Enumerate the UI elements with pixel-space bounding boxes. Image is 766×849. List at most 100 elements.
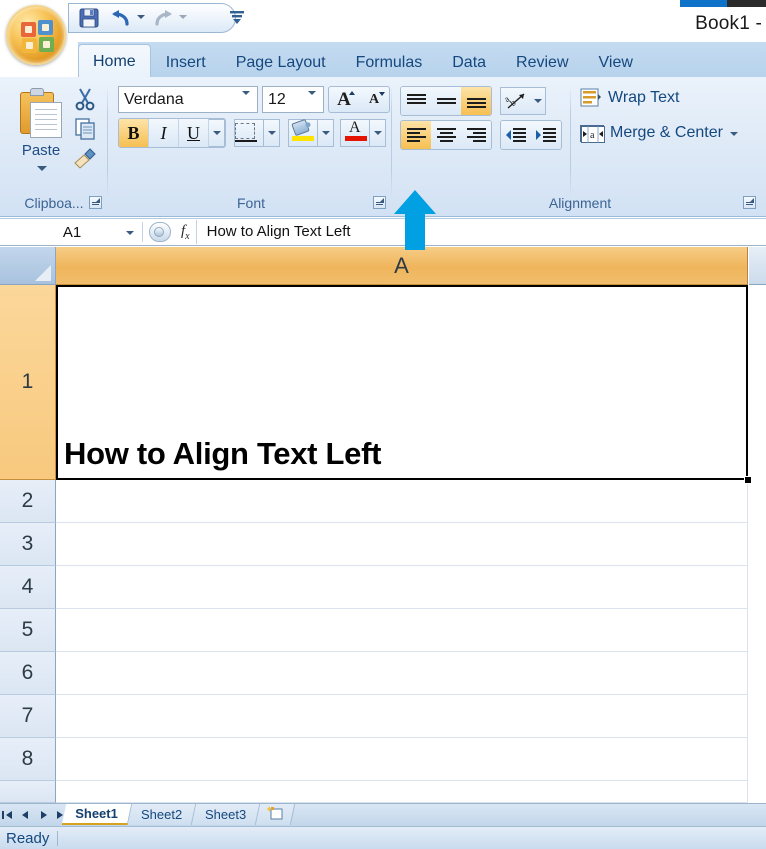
name-box-value: A1 xyxy=(62,223,82,241)
borders-button[interactable] xyxy=(234,119,264,147)
grow-font-button[interactable]: A xyxy=(329,87,359,112)
office-button[interactable] xyxy=(6,5,66,65)
borders-dropdown-icon[interactable] xyxy=(264,119,280,147)
tab-formulas[interactable]: Formulas xyxy=(341,48,438,78)
row-header-1[interactable]: 1 xyxy=(0,285,56,480)
paste-button[interactable]: Paste xyxy=(8,84,74,188)
underline-dropdown-icon[interactable] xyxy=(209,119,225,147)
alignment-group-label: Alignment xyxy=(548,195,612,211)
decrease-indent-icon xyxy=(506,127,526,143)
row-header-6[interactable]: 6 xyxy=(0,652,56,695)
sheet-nav-buttons xyxy=(2,808,67,820)
cell-a8[interactable] xyxy=(56,738,748,781)
tab-view[interactable]: View xyxy=(584,48,648,78)
orientation-dropdown-icon[interactable] xyxy=(530,87,546,115)
wrap-text-label: Wrap Text xyxy=(608,89,680,106)
status-mode: Ready xyxy=(6,829,50,847)
cell-a1[interactable]: How to Align Text Left xyxy=(56,285,748,480)
font-size-dropdown-icon[interactable] xyxy=(308,91,316,95)
name-box-dropdown-icon[interactable] xyxy=(126,231,134,235)
bottom-align-button[interactable] xyxy=(461,87,491,115)
undo-icon[interactable] xyxy=(109,7,133,30)
top-align-button[interactable] xyxy=(401,87,431,115)
sheet-tab-bar: Sheet1 Sheet2 Sheet3 xyxy=(0,803,766,826)
align-center-icon xyxy=(436,127,456,143)
align-right-button[interactable] xyxy=(461,121,491,149)
tab-home[interactable]: Home xyxy=(78,44,151,78)
font-color-dropdown-icon[interactable] xyxy=(370,119,386,147)
first-sheet-icon[interactable] xyxy=(2,808,13,820)
underline-button[interactable]: U xyxy=(179,119,209,147)
sheet-tabs: Sheet1 Sheet2 Sheet3 xyxy=(61,804,296,825)
row-header-8[interactable]: 8 xyxy=(0,738,56,781)
cell-a7[interactable] xyxy=(56,695,748,738)
merge-center-button[interactable]: a Merge & Center xyxy=(580,124,738,143)
insert-function-icon[interactable]: fx xyxy=(181,223,190,242)
borders-control xyxy=(234,119,280,147)
italic-button[interactable]: I xyxy=(149,119,179,147)
insert-worksheet-icon[interactable] xyxy=(255,804,296,825)
increase-indent-button[interactable] xyxy=(531,121,561,149)
select-all-button[interactable] xyxy=(0,247,56,285)
formula-input[interactable]: How to Align Text Left xyxy=(195,220,766,244)
row-header-2[interactable]: 2 xyxy=(0,480,56,523)
align-left-button[interactable] xyxy=(401,121,431,149)
tab-insert[interactable]: Insert xyxy=(151,48,221,78)
row-header-4[interactable]: 4 xyxy=(0,566,56,609)
column-header-a[interactable]: A xyxy=(56,247,748,285)
font-dialog-launcher[interactable] xyxy=(373,196,386,209)
next-sheet-icon[interactable] xyxy=(38,808,49,820)
quick-access-toolbar xyxy=(68,3,236,33)
increase-indent-icon xyxy=(536,127,556,143)
alignment-inner-separator xyxy=(570,86,571,198)
wrap-text-icon xyxy=(580,88,602,108)
decrease-indent-button[interactable] xyxy=(501,121,531,149)
copy-icon[interactable] xyxy=(72,116,98,142)
middle-align-button[interactable] xyxy=(431,87,461,115)
merge-center-dropdown-icon[interactable] xyxy=(729,132,738,136)
wrap-text-button[interactable]: Wrap Text xyxy=(580,88,679,108)
shrink-font-button[interactable]: A xyxy=(359,87,389,112)
font-color-button[interactable]: A xyxy=(340,119,370,147)
clipboard-dialog-launcher[interactable] xyxy=(89,196,102,209)
alignment-dialog-launcher[interactable] xyxy=(743,196,756,209)
font-name-input[interactable]: Verdana xyxy=(118,86,258,113)
paste-dropdown-icon[interactable] xyxy=(37,166,47,171)
undo-dropdown-icon[interactable] xyxy=(137,15,145,23)
redo-dropdown-icon[interactable] xyxy=(179,15,187,23)
align-center-button[interactable] xyxy=(431,121,461,149)
orientation-button[interactable]: a b xyxy=(500,87,530,115)
fill-color-button[interactable] xyxy=(288,118,318,147)
save-icon[interactable] xyxy=(77,7,101,30)
sheet-tab-sheet2[interactable]: Sheet2 xyxy=(127,804,197,825)
fill-handle[interactable] xyxy=(744,476,752,484)
cell-a6[interactable] xyxy=(56,652,748,695)
group-font: Verdana 12 A A B I U A Font xyxy=(110,80,392,214)
cell-a4[interactable] xyxy=(56,566,748,609)
orientation-control: a b xyxy=(500,87,546,115)
tab-review[interactable]: Review xyxy=(501,48,583,78)
bold-italic-underline-group: B I U xyxy=(118,118,226,148)
format-painter-icon[interactable] xyxy=(72,146,98,172)
row-header-3[interactable]: 3 xyxy=(0,523,56,566)
row-header-5[interactable]: 5 xyxy=(0,609,56,652)
tab-page-layout[interactable]: Page Layout xyxy=(221,48,341,78)
cell-a2[interactable] xyxy=(56,480,748,523)
previous-sheet-icon[interactable] xyxy=(20,808,31,820)
sheet-tab-sheet1[interactable]: Sheet1 xyxy=(61,804,132,825)
customize-qat-icon[interactable] xyxy=(228,9,246,25)
bold-button[interactable]: B xyxy=(119,119,149,147)
cell-a5[interactable] xyxy=(56,609,748,652)
cancel-enter-icon[interactable] xyxy=(149,222,171,242)
tab-data[interactable]: Data xyxy=(437,48,501,78)
vertical-align-group xyxy=(400,86,492,116)
cell-a3[interactable] xyxy=(56,523,748,566)
cut-icon[interactable] xyxy=(72,86,98,112)
sheet-tab-sheet3[interactable]: Sheet3 xyxy=(191,804,261,825)
horizontal-align-bar xyxy=(400,120,562,150)
cell-a-partial[interactable] xyxy=(56,781,748,803)
name-box[interactable]: A1 xyxy=(2,221,142,243)
fill-color-dropdown-icon[interactable] xyxy=(318,119,334,147)
row-header-7[interactable]: 7 xyxy=(0,695,56,738)
font-name-dropdown-icon[interactable] xyxy=(242,91,250,95)
